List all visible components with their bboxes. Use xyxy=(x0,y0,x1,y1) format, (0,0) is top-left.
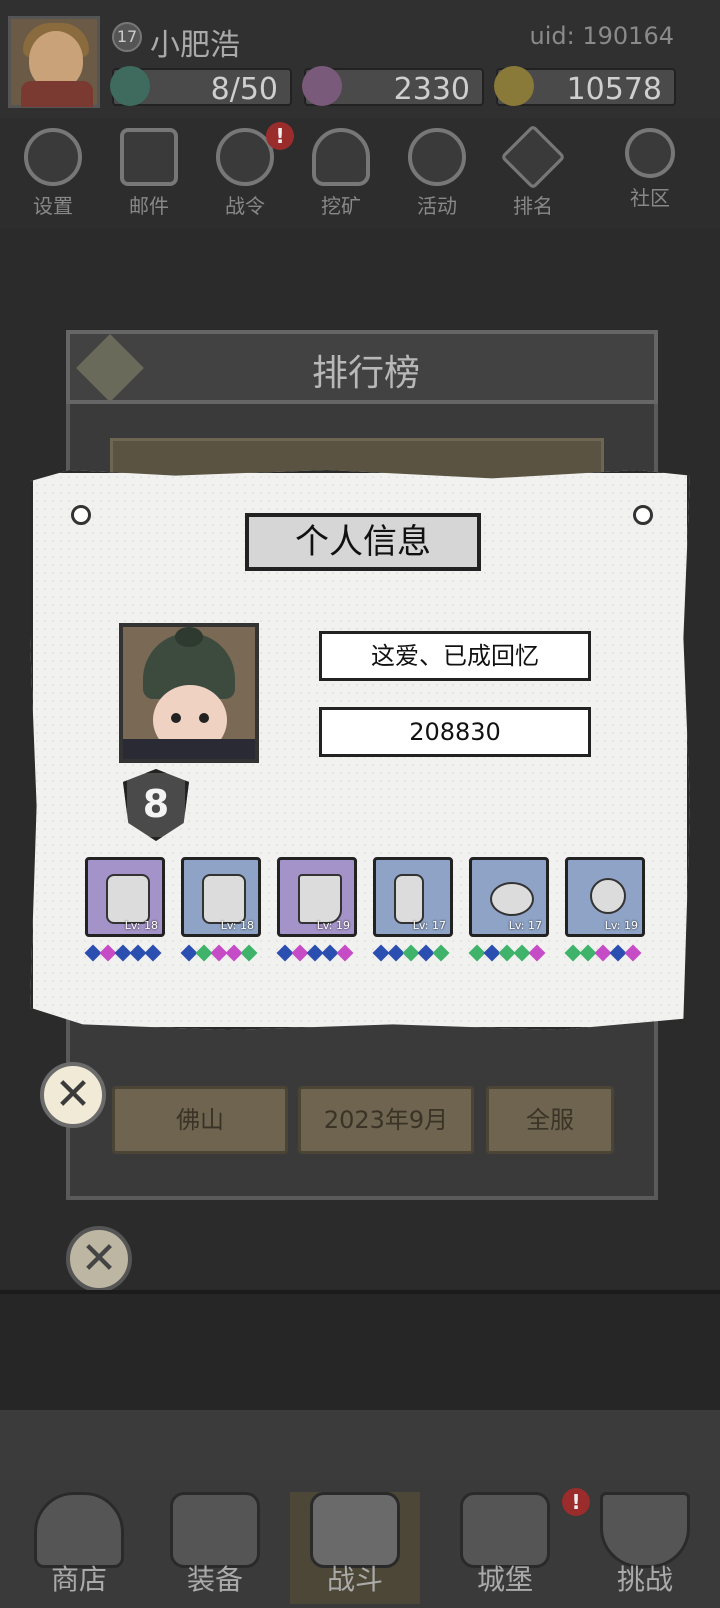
gem-icon xyxy=(624,944,642,962)
nav-mining[interactable]: 挖矿 xyxy=(298,128,384,222)
gem-slots xyxy=(276,944,363,963)
nav-mail[interactable]: 邮件 xyxy=(106,128,192,222)
ranking-title: 排行榜 xyxy=(311,353,420,394)
player-uid: uid: 190164 xyxy=(529,22,674,50)
paper-hole xyxy=(71,505,91,525)
nav-community[interactable]: 社区 xyxy=(610,128,690,222)
nav-events[interactable]: 活动 xyxy=(394,128,480,222)
equipment-slot-armor[interactable]: Lv: 18 xyxy=(181,857,261,937)
backpack-icon xyxy=(170,1492,260,1568)
personal-info-dialog: 个人信息 这爱、已成回忆 208830 8 Lv: 18 Lv: 18 Lv: … xyxy=(30,470,690,1030)
gem-slots xyxy=(468,944,555,963)
ring-icon xyxy=(490,882,534,916)
boots-icon xyxy=(298,874,342,924)
gear-icon xyxy=(24,128,82,186)
player-score-field: 208830 xyxy=(319,707,591,757)
equipment-slot-ring[interactable]: Lv: 17 xyxy=(469,857,549,937)
crossed-swords-icon xyxy=(310,1492,400,1568)
nav-settings[interactable]: 设置 xyxy=(10,128,96,222)
ranking-icon xyxy=(500,124,566,190)
helmet-icon xyxy=(106,874,150,924)
filter-server[interactable]: 全服 xyxy=(486,1086,614,1154)
gem-icon xyxy=(144,944,162,962)
gem-icon xyxy=(432,944,450,962)
home-icon xyxy=(625,128,675,178)
gem-slots xyxy=(84,944,171,963)
equipment-slot-gloves[interactable]: Lv: 17 xyxy=(373,857,453,937)
energy-counter[interactable]: 8/50 xyxy=(110,66,292,107)
paper-hole xyxy=(633,505,653,525)
close-ranking-button[interactable]: ✕ xyxy=(66,1226,132,1292)
floor-background xyxy=(0,1290,720,1414)
envelope-icon xyxy=(120,128,178,186)
close-info-button[interactable]: ✕ xyxy=(40,1062,106,1128)
bottom-nav-equipment[interactable]: 装备 xyxy=(150,1492,280,1604)
bottom-nav-castle[interactable]: 城堡 xyxy=(440,1492,570,1604)
equipment-slot-necklace[interactable]: Lv: 19 xyxy=(565,857,645,937)
gloves-icon xyxy=(394,874,424,924)
filter-region[interactable]: 佛山 xyxy=(112,1086,288,1154)
ore-icon xyxy=(312,128,370,186)
gem-icon xyxy=(336,944,354,962)
bottom-nav-battle[interactable]: 战斗 xyxy=(290,1492,420,1604)
player-avatar[interactable] xyxy=(8,16,100,108)
gold-coin-icon xyxy=(494,66,534,106)
equipment-slot-helmet[interactable]: Lv: 18 xyxy=(85,857,165,937)
bottom-nav-challenge[interactable]: 挑战 xyxy=(580,1492,710,1604)
profile-photo xyxy=(119,623,259,763)
battle-pass-alert-badge: ! xyxy=(266,122,294,150)
ranking-panel-header: 排行榜 xyxy=(66,330,658,404)
gem-slots xyxy=(180,944,267,963)
gem-icon xyxy=(240,944,258,962)
bottom-nav-shop[interactable]: 商店 xyxy=(14,1492,144,1604)
nav-ranking[interactable]: 排名 xyxy=(490,124,576,222)
player-name-field: 这爱、已成回忆 xyxy=(319,631,591,681)
shield-icon xyxy=(600,1492,690,1568)
diamond-icon xyxy=(302,66,342,106)
dialog-title: 个人信息 xyxy=(245,513,481,571)
armor-icon xyxy=(202,874,246,924)
shop-icon xyxy=(34,1492,124,1568)
laurel-icon xyxy=(408,128,466,186)
gold-counter[interactable]: 10578 xyxy=(494,66,676,107)
energy-gem-icon xyxy=(110,66,150,106)
equipment-slot-boots[interactable]: Lv: 19 xyxy=(277,857,357,937)
castle-icon xyxy=(460,1492,550,1568)
diamond-counter[interactable]: 2330 xyxy=(302,66,484,107)
gem-icon xyxy=(528,944,546,962)
player-level-badge: 17 xyxy=(112,22,142,52)
player-username: 小肥浩 xyxy=(150,28,240,63)
necklace-icon xyxy=(590,878,626,914)
rank-level-badge: 8 xyxy=(123,769,189,841)
gem-slots xyxy=(564,944,651,963)
gem-slots xyxy=(372,944,459,963)
filter-month[interactable]: 2023年9月 xyxy=(298,1086,474,1154)
battle-area-background xyxy=(0,1410,720,1480)
